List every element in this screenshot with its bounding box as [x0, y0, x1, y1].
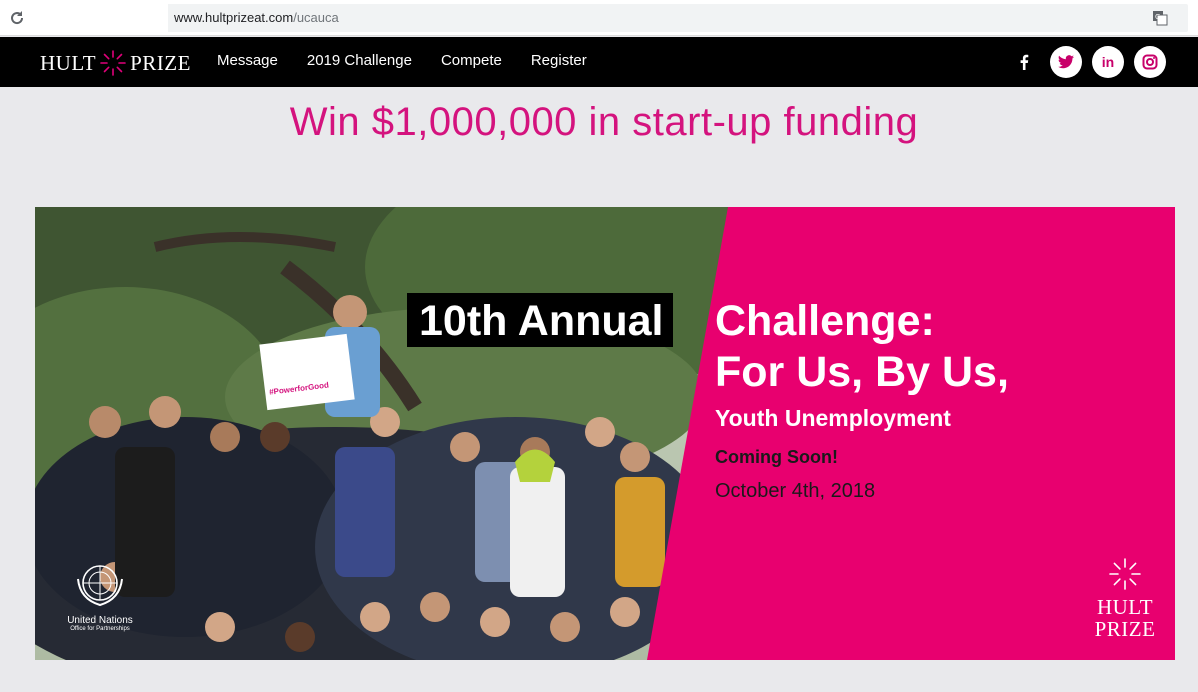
linkedin-icon[interactable]: in	[1092, 46, 1124, 78]
page-headline: Win $1,000,000 in start-up funding	[289, 100, 919, 144]
un-name: United Nations	[67, 615, 133, 626]
hp-logo-top: HULT	[1096, 595, 1154, 619]
un-emblem-icon	[77, 565, 123, 607]
nav-item-message[interactable]: Message	[217, 52, 278, 69]
address-bar[interactable]: www.hultprizeat.com/ucauca G	[40, 4, 1188, 32]
logo-text-left: HULT	[40, 50, 97, 75]
coming-soon-text: Coming Soon!	[715, 447, 838, 467]
nav-item-compete[interactable]: Compete	[441, 52, 502, 69]
banner-subtitle: Youth Unemployment	[715, 405, 951, 431]
banner-title-line1: 10th Annual	[407, 293, 674, 347]
address-bar-blank	[40, 4, 168, 32]
hult-prize-logo[interactable]: HULT PRIZE	[40, 49, 191, 77]
starburst-icon	[1109, 558, 1141, 590]
url-domain: www.hultprizeat.com	[174, 10, 294, 25]
reload-icon[interactable]	[8, 9, 26, 27]
nav-item-register[interactable]: Register	[531, 52, 587, 69]
site-nav: HULT PRIZE Message 2019 Challenge Compet…	[0, 37, 1198, 87]
translate-icon[interactable]: G	[1152, 10, 1168, 26]
power-for-good-sign: #PowerforGood	[259, 333, 355, 411]
hult-prize-banner-logo: HULT PRIZE	[1083, 557, 1167, 640]
twitter-icon[interactable]	[1050, 46, 1082, 78]
banner-title-line1b: Challenge:	[715, 297, 935, 345]
hp-logo-bottom: PRIZE	[1094, 617, 1156, 641]
logo-text-right: PRIZE	[130, 50, 191, 75]
nav-item-2019-challenge[interactable]: 2019 Challenge	[307, 52, 412, 69]
linkedin-label: in	[1101, 54, 1115, 70]
browser-toolbar: www.hultprizeat.com/ucauca G	[0, 0, 1198, 36]
svg-text:G: G	[1155, 13, 1160, 21]
url-text: www.hultprizeat.com/ucauca	[174, 10, 339, 25]
event-date: October 4th, 2018	[715, 480, 876, 502]
url-path: /ucauca	[293, 10, 339, 25]
pink-panel	[647, 207, 1175, 660]
instagram-icon[interactable]	[1134, 46, 1166, 78]
united-nations-logo: United Nations Office for Partnerships	[65, 559, 135, 632]
social-links: in	[1008, 46, 1166, 78]
hero-banner[interactable]: #PowerforGood 10th Annual Challenge: For…	[35, 207, 1175, 660]
starburst-icon	[100, 50, 126, 76]
main-menu: Message 2019 Challenge Compete Register	[217, 52, 587, 69]
banner-title-line2: For Us, By Us,	[715, 348, 1009, 396]
un-subtitle: Office for Partnerships	[70, 626, 130, 632]
sign-text: #PowerforGood	[268, 380, 330, 397]
facebook-icon[interactable]	[1008, 46, 1040, 78]
